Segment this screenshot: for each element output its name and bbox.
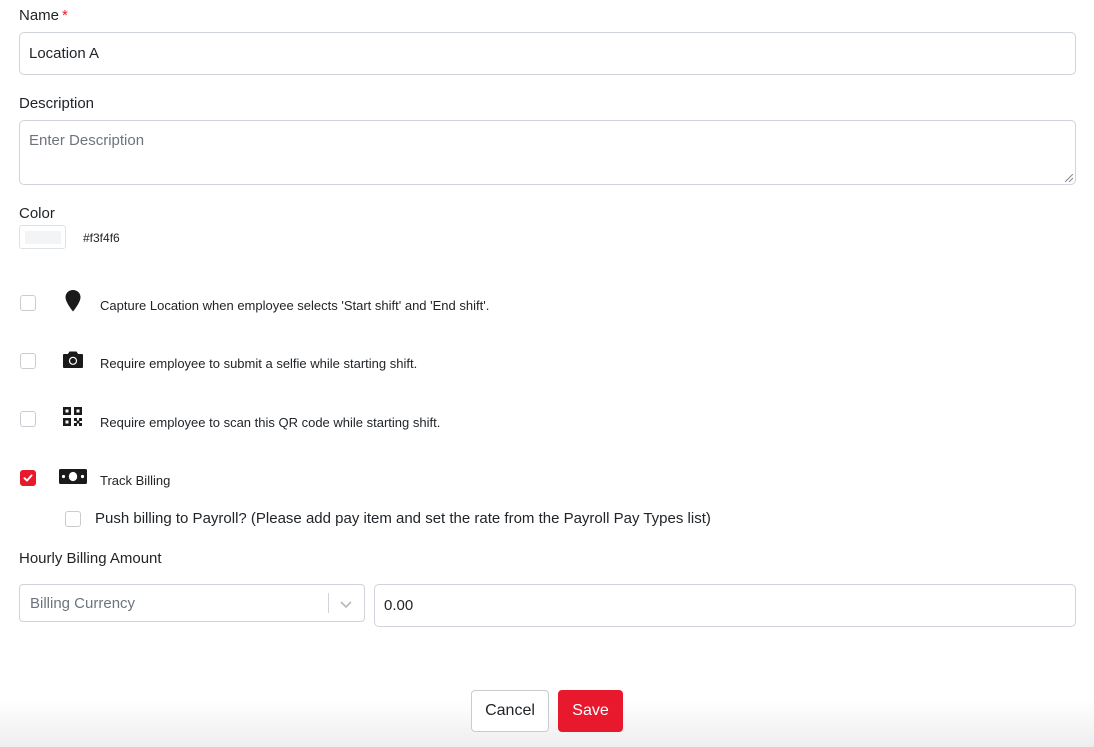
cancel-button[interactable]: Cancel bbox=[471, 690, 549, 732]
qr-code-icon bbox=[63, 407, 82, 426]
capture-location-checkbox[interactable] bbox=[20, 295, 36, 311]
capture-location-label: Capture Location when employee selects '… bbox=[100, 298, 490, 313]
color-hex-value: #f3f4f6 bbox=[83, 231, 120, 245]
hourly-billing-label: Hourly Billing Amount bbox=[19, 550, 162, 567]
map-pin-icon bbox=[65, 290, 81, 312]
chevron-down-icon[interactable] bbox=[338, 596, 354, 612]
name-label-text: Name bbox=[19, 7, 60, 24]
color-label: Color bbox=[19, 205, 55, 222]
selfie-label: Require employee to submit a selfie whil… bbox=[100, 356, 418, 371]
select-separator bbox=[328, 593, 329, 613]
push-billing-checkbox[interactable] bbox=[65, 511, 81, 527]
selfie-checkbox[interactable] bbox=[20, 353, 36, 369]
billing-currency-placeholder: Billing Currency bbox=[30, 595, 136, 612]
description-label: Description bbox=[19, 95, 95, 112]
billing-amount-value: 0.00 bbox=[384, 597, 414, 614]
qr-code-checkbox[interactable] bbox=[20, 411, 36, 427]
color-picker[interactable] bbox=[19, 225, 66, 249]
save-button[interactable]: Save bbox=[558, 690, 623, 732]
description-placeholder: Enter Description bbox=[29, 132, 145, 149]
description-textarea[interactable]: Enter Description bbox=[19, 120, 1076, 185]
color-swatch bbox=[25, 231, 61, 244]
billing-amount-input[interactable]: 0.00 bbox=[374, 584, 1076, 627]
check-icon bbox=[23, 474, 33, 482]
push-billing-label: Push billing to Payroll? (Please add pay… bbox=[95, 510, 711, 527]
track-billing-label: Track Billing bbox=[100, 473, 171, 488]
required-mark: * bbox=[62, 7, 68, 24]
name-input-value: Location A bbox=[29, 45, 100, 62]
billing-currency-select[interactable]: Billing Currency bbox=[19, 584, 365, 622]
resize-handle-icon[interactable] bbox=[1065, 174, 1073, 182]
name-input[interactable]: Location A bbox=[19, 32, 1076, 75]
name-label: Name * bbox=[19, 7, 68, 24]
track-billing-checkbox[interactable] bbox=[20, 470, 36, 486]
camera-icon bbox=[63, 351, 83, 368]
qr-code-label: Require employee to scan this QR code wh… bbox=[100, 415, 441, 430]
money-bill-icon bbox=[59, 469, 87, 484]
